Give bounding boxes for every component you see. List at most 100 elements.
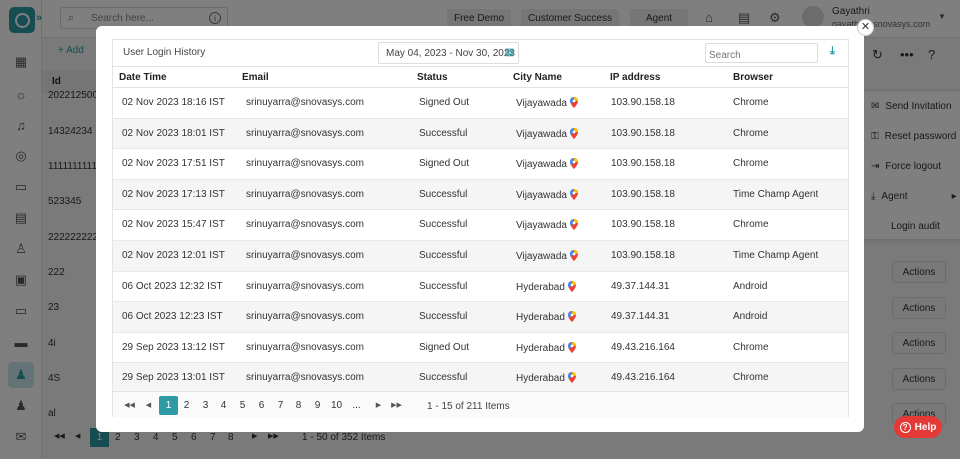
page-button[interactable]: 8 xyxy=(290,397,307,414)
cell-status: Successful xyxy=(419,128,467,139)
cell-browser: Time Champ Agent xyxy=(733,189,818,200)
column-header-datetime[interactable]: Date Time xyxy=(119,72,167,83)
cell-email-text: srinuyarra@snovasys.com xyxy=(246,311,364,323)
date-range-value: May 04, 2023 - Nov 30, 2023 xyxy=(386,48,515,59)
cell-browser-text: Time Champ Agent xyxy=(733,249,819,261)
cell-browser-text: Chrome xyxy=(733,97,769,108)
login-history-card: User Login History May 04, 2023 - Nov 30… xyxy=(112,39,849,417)
cell-datetime-text: 02 Nov 2023 15:47 IST xyxy=(122,219,225,231)
prev-page-icon[interactable]: ◀ xyxy=(140,397,157,414)
page-button[interactable]: 1 xyxy=(159,396,178,415)
page-button[interactable]: 9 xyxy=(309,397,326,414)
cell-status: Successful xyxy=(419,250,467,261)
history-search-input[interactable] xyxy=(705,43,818,63)
table-row[interactable]: 02 Nov 2023 15:47 IST srinuyarra@snovasys… xyxy=(113,210,848,241)
table-row[interactable]: 02 Nov 2023 17:51 IST srinuyarra@snovasys… xyxy=(113,149,848,180)
map-pin-icon xyxy=(569,158,578,170)
cell-email: srinuyarra@snovasys.com xyxy=(246,189,364,200)
cell-email-text: srinuyarra@snovasys.com xyxy=(246,158,364,170)
cell-city: Vijayawada xyxy=(516,219,578,231)
table-row[interactable]: 02 Nov 2023 17:13 IST srinuyarra@snovasys… xyxy=(113,179,848,211)
cell-browser: Chrome xyxy=(733,97,769,108)
column-header-email[interactable]: Email xyxy=(242,72,269,83)
cell-datetime-text: 06 Oct 2023 12:32 IST xyxy=(122,280,223,292)
page-button[interactable]: 5 xyxy=(234,397,251,414)
cell-email-text: srinuyarra@snovasys.com xyxy=(246,219,364,231)
cell-status: Signed Out xyxy=(419,97,469,108)
cell-status-text: Successful xyxy=(419,249,468,261)
cell-browser: Android xyxy=(733,311,767,322)
cell-email-text: srinuyarra@snovasys.com xyxy=(246,372,364,384)
map-pin-icon xyxy=(567,280,576,292)
table-row[interactable]: 29 Sep 2023 13:01 IST srinuyarra@snovasys… xyxy=(113,363,848,394)
column-header-ip[interactable]: IP address xyxy=(610,72,660,83)
page-ellipsis[interactable]: ... xyxy=(348,397,365,414)
download-icon[interactable]: ⤓ xyxy=(830,45,835,58)
last-page-icon[interactable]: ▶▶ xyxy=(388,397,405,414)
login-history-table: Date Time Email Status City Name IP addr… xyxy=(113,66,848,394)
page-button[interactable]: 10 xyxy=(328,397,345,414)
table-row[interactable]: 29 Sep 2023 13:12 IST srinuyarra@snovasys… xyxy=(113,332,848,364)
date-range-picker[interactable]: May 04, 2023 - Nov 30, 2023 ▦ xyxy=(378,42,519,64)
calendar-icon[interactable]: ▦ xyxy=(505,47,514,58)
cell-city-text: Vijayawada xyxy=(516,98,567,109)
cell-ip-text: 103.90.158.18 xyxy=(611,97,675,108)
map-pin-icon xyxy=(569,249,578,261)
cell-email-text: srinuyarra@snovasys.com xyxy=(246,280,364,292)
page-button[interactable]: 4 xyxy=(215,397,232,414)
cell-status-text: Successful xyxy=(419,188,468,200)
table-body: 02 Nov 2023 18:16 IST srinuyarra@snovasys… xyxy=(113,88,848,394)
cell-city-text: Hyderabad xyxy=(516,281,565,293)
cell-city: Vijayawada xyxy=(516,188,578,201)
cell-ip-text: 103.90.158.18 xyxy=(611,249,675,261)
cell-ip: 49.43.216.164 xyxy=(611,342,675,353)
cell-status: Successful xyxy=(419,219,467,230)
cell-status: Signed Out xyxy=(419,158,469,169)
page-button[interactable]: 3 xyxy=(197,397,214,414)
cell-email: srinuyarra@snovasys.com xyxy=(246,128,364,139)
cell-datetime: 02 Nov 2023 12:01 IST xyxy=(122,250,225,261)
page-button[interactable]: 7 xyxy=(272,397,289,414)
map-pin-icon xyxy=(569,127,578,139)
table-row[interactable]: 02 Nov 2023 12:01 IST srinuyarra@snovasys… xyxy=(113,240,848,272)
next-page-icon[interactable]: ▶ xyxy=(370,397,387,414)
close-modal-button[interactable]: ✕ xyxy=(857,19,874,36)
table-row[interactable]: 06 Oct 2023 12:23 IST srinuyarra@snovasys… xyxy=(113,302,848,333)
cell-city-text: Vijayawada xyxy=(516,220,567,232)
table-row[interactable]: 06 Oct 2023 12:32 IST srinuyarra@snovasys… xyxy=(113,271,848,303)
cell-ip: 103.90.158.18 xyxy=(611,128,675,139)
cell-city: Vijayawada xyxy=(516,127,578,140)
cell-datetime: 29 Sep 2023 13:12 IST xyxy=(122,342,225,353)
cell-datetime: 02 Nov 2023 15:47 IST xyxy=(122,219,225,230)
map-pin-icon xyxy=(567,341,576,353)
cell-datetime: 02 Nov 2023 18:16 IST xyxy=(122,97,225,108)
map-pin-icon xyxy=(567,372,576,384)
pager-info: 1 - 15 of 211 Items xyxy=(427,401,510,412)
cell-datetime-text: 06 Oct 2023 12:23 IST xyxy=(122,311,223,323)
cell-datetime: 06 Oct 2023 12:32 IST xyxy=(122,281,223,292)
map-pin-icon xyxy=(567,311,576,323)
table-row[interactable]: 02 Nov 2023 18:01 IST srinuyarra@snovasys… xyxy=(113,118,848,150)
column-header-browser[interactable]: Browser xyxy=(733,72,773,83)
cell-browser: Chrome xyxy=(733,372,769,383)
cell-email: srinuyarra@snovasys.com xyxy=(246,250,364,261)
cell-datetime-text: 29 Sep 2023 13:01 IST xyxy=(122,372,225,384)
cell-datetime-text: 02 Nov 2023 18:01 IST xyxy=(122,127,225,139)
table-row[interactable]: 02 Nov 2023 18:16 IST srinuyarra@snovasys… xyxy=(113,88,848,119)
page-button[interactable]: 6 xyxy=(253,397,270,414)
cell-ip-text: 49.43.216.164 xyxy=(611,372,675,384)
cell-email: srinuyarra@snovasys.com xyxy=(246,342,364,353)
column-header-city[interactable]: City Name xyxy=(513,72,562,83)
cell-city: Hyderabad xyxy=(516,280,576,293)
modal-title: User Login History xyxy=(123,47,206,58)
first-page-icon[interactable]: ◀◀ xyxy=(121,397,138,414)
column-header-status[interactable]: Status xyxy=(417,72,448,83)
cell-datetime-text: 29 Sep 2023 13:12 IST xyxy=(122,341,225,353)
page-button[interactable]: 2 xyxy=(178,397,195,414)
cell-datetime: 02 Nov 2023 18:01 IST xyxy=(122,128,225,139)
cell-email: srinuyarra@snovasys.com xyxy=(246,219,364,230)
help-button[interactable]: ? Help xyxy=(894,416,942,438)
cell-browser: Time Champ Agent xyxy=(733,250,818,261)
cell-city-text: Vijayawada xyxy=(516,189,567,201)
cell-email-text: srinuyarra@snovasys.com xyxy=(246,97,364,108)
